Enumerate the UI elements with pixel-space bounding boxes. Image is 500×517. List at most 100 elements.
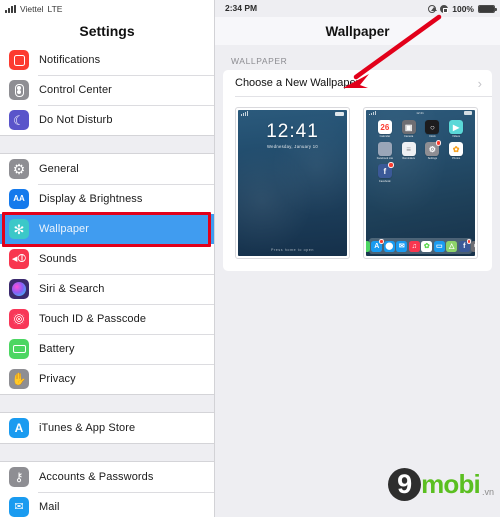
sidebar-item-label: Siri & Search xyxy=(39,283,105,295)
settings-icon: ⚙ xyxy=(471,240,475,252)
sidebar-item-accounts-passwords[interactable]: ⚷ Accounts & Passwords xyxy=(0,462,214,492)
battery-icon xyxy=(463,111,472,115)
app-icon-mail[interactable]: ✉ xyxy=(396,240,408,252)
siri-icon xyxy=(9,279,29,299)
moon-icon: ☾ xyxy=(9,110,29,130)
lock-screen-preview[interactable]: 12:41 Wednesday, January 10 Press home t… xyxy=(235,107,350,259)
sidebar-item-label: Privacy xyxy=(39,373,76,385)
reminders-icon: ≡ xyxy=(401,142,416,157)
sidebar-item-label: iTunes & App Store xyxy=(39,422,136,434)
selected-item-wrapper: ✻ Wallpaper xyxy=(0,212,214,247)
hand-icon: ✋ xyxy=(9,369,29,389)
choose-new-wallpaper-row[interactable]: Choose a New Wallpaper › xyxy=(223,70,492,96)
sidebar-groups: Notifications Control Center ☾ Do Not Distu… xyxy=(0,45,214,517)
lock-screen-footer: Press home to open xyxy=(271,248,314,252)
chevron-right-icon: › xyxy=(477,75,482,91)
sidebar-item-label: Display & Brightness xyxy=(39,193,143,205)
folder-icon xyxy=(377,142,392,157)
sidebar-group-separator xyxy=(0,135,214,154)
app-icon-music[interactable]: ♫ xyxy=(408,240,420,252)
app-icon-maps[interactable]: △ xyxy=(446,240,458,252)
wallpaper-previews: 12:41 Wednesday, January 10 Press home t… xyxy=(223,97,492,271)
calendar-icon: 26 xyxy=(377,120,392,134)
app-label: Facebook Lite xyxy=(376,157,394,161)
home-screen-time: 12:41 xyxy=(416,111,424,115)
app-icon-facebook[interactable]: f Facebook xyxy=(373,162,397,183)
app-icon-app-store[interactable]: A xyxy=(371,239,384,252)
sidebar-group: ⚙ General AA Display & Brightness ✻ Wallpaper… xyxy=(0,154,214,394)
sidebar-item-mail[interactable]: ✉ Mail xyxy=(0,492,214,517)
photos-icon: ✿ xyxy=(421,240,433,252)
clock-icon: ○ xyxy=(425,120,440,134)
sidebar-item-control-center[interactable]: Control Center xyxy=(0,75,214,105)
app-icon-videos[interactable]: ▶ Videos xyxy=(444,120,468,138)
app-icon-clock[interactable]: ○ Clock xyxy=(421,120,445,138)
gear-icon: ⚙ xyxy=(9,159,29,179)
home-screen-preview[interactable]: 12:41 26 Calendar ▣ Camera ○ Clock ▶ Videos Face… xyxy=(363,107,478,259)
files-icon: ▭ xyxy=(433,240,445,252)
sidebar-item-itunes-app-store[interactable]: AiTunes & App Store xyxy=(0,413,214,443)
wallpaper-icon: ✻ xyxy=(9,219,29,239)
cellular-bars-icon xyxy=(369,110,376,116)
sidebar-item-label: General xyxy=(39,163,79,175)
app-icon-reminders[interactable]: ≡ Reminders xyxy=(397,142,421,160)
sidebar-item-do-not-disturb[interactable]: ☾ Do Not Disturb xyxy=(0,105,214,135)
sidebar-item-general[interactable]: ⚙ General xyxy=(0,154,214,184)
app-label: Videos xyxy=(452,135,461,139)
home-screen-canvas: 12:41 26 Calendar ▣ Camera ○ Clock ▶ Videos Face… xyxy=(366,110,475,256)
watermark-logo-mark: 9 xyxy=(388,468,422,501)
sidebar-item-label: Battery xyxy=(39,343,75,355)
section-header-wallpaper: WALLPAPER xyxy=(231,56,288,66)
app-icon-calendar[interactable]: 26 Calendar xyxy=(373,120,397,138)
cellular-bars-icon xyxy=(241,111,248,116)
app-label: Calendar xyxy=(379,135,391,139)
watermark-digit: 9 xyxy=(397,468,413,499)
lock-screen-time: 12:41 xyxy=(266,121,319,142)
videos-icon: ▶ xyxy=(449,120,464,134)
app-icon-safari[interactable]: ⬤ xyxy=(383,240,395,252)
ipad-settings-screen: Viettel LTE 2:34 PM 100% Settings Notifi… xyxy=(0,0,500,517)
settings-sidebar[interactable]: Settings Notifications Control Center ☾ Do … xyxy=(0,0,215,517)
home-screen-app-grid: 26 Calendar ▣ Camera ○ Clock ▶ Videos Facebook L… xyxy=(366,116,475,183)
sidebar-group: AiTunes & App Store xyxy=(0,413,214,443)
watermark-9mobi: 9 mobi .vn xyxy=(388,468,494,501)
sidebar-item-sounds[interactable]: ◂⦷ Sounds xyxy=(0,244,214,274)
sidebar-item-notifications[interactable]: Notifications xyxy=(0,45,214,75)
sidebar-item-label: Accounts & Passwords xyxy=(39,471,154,483)
photos-icon: ✿ xyxy=(449,142,464,157)
sidebar-item-label: Mail xyxy=(39,501,60,513)
app-label: Facebook xyxy=(379,179,391,183)
app-icon-finder[interactable]: ▭ xyxy=(433,240,445,252)
choose-new-wallpaper-label: Choose a New Wallpaper xyxy=(235,77,360,89)
app-icon-photos[interactable]: ✿ Photos xyxy=(444,142,468,160)
page-title: Settings xyxy=(0,17,214,45)
watermark-suffix: .vn xyxy=(481,487,494,497)
notification-badge xyxy=(435,140,442,146)
app-label: Reminders xyxy=(402,157,415,161)
sidebar-item-label: Notifications xyxy=(39,54,101,66)
sidebar-item-label: Control Center xyxy=(39,84,112,96)
safari-icon: ⬤ xyxy=(383,240,395,252)
speaker-icon: ◂⦷ xyxy=(9,249,29,269)
watermark-text: mobi xyxy=(421,469,481,499)
app-icon-photos[interactable]: ✿ xyxy=(421,240,433,252)
app-icon-facebook[interactable]: f xyxy=(458,239,472,252)
sidebar-item-battery[interactable]: Battery xyxy=(0,334,214,364)
wallpaper-detail-panel: Wallpaper WALLPAPER Choose a New Wallpap… xyxy=(215,0,500,517)
sidebar-item-siri-search[interactable]: Siri & Search xyxy=(0,274,214,304)
app-icon-settings[interactable]: ⚙ Settings xyxy=(421,140,445,160)
sidebar-group-separator xyxy=(0,394,214,413)
app-icon-camera[interactable]: ▣ Camera xyxy=(397,120,421,138)
sidebar-item-wallpaper[interactable]: ✻ Wallpaper xyxy=(0,214,214,244)
app-icon-messages[interactable]: ● xyxy=(366,240,370,252)
app-label: Clock xyxy=(429,135,436,139)
lock-screen-canvas: 12:41 Wednesday, January 10 Press home t… xyxy=(238,110,347,256)
preview-status-bar xyxy=(238,110,347,117)
sidebar-item-privacy[interactable]: ✋ Privacy xyxy=(0,364,214,394)
app-icon-facebook-lite[interactable]: Facebook Lite xyxy=(373,142,397,160)
home-screen-dock: ●A⬤✉♫✿▭△f⚙ xyxy=(366,238,475,254)
app-store-icon: A xyxy=(9,418,29,438)
sidebar-item-display-brightness[interactable]: AA Display & Brightness xyxy=(0,184,214,214)
app-icon-settings[interactable]: ⚙ xyxy=(471,240,475,252)
sidebar-item-touch-id-passcode[interactable]: Touch ID & Passcode xyxy=(0,304,214,334)
